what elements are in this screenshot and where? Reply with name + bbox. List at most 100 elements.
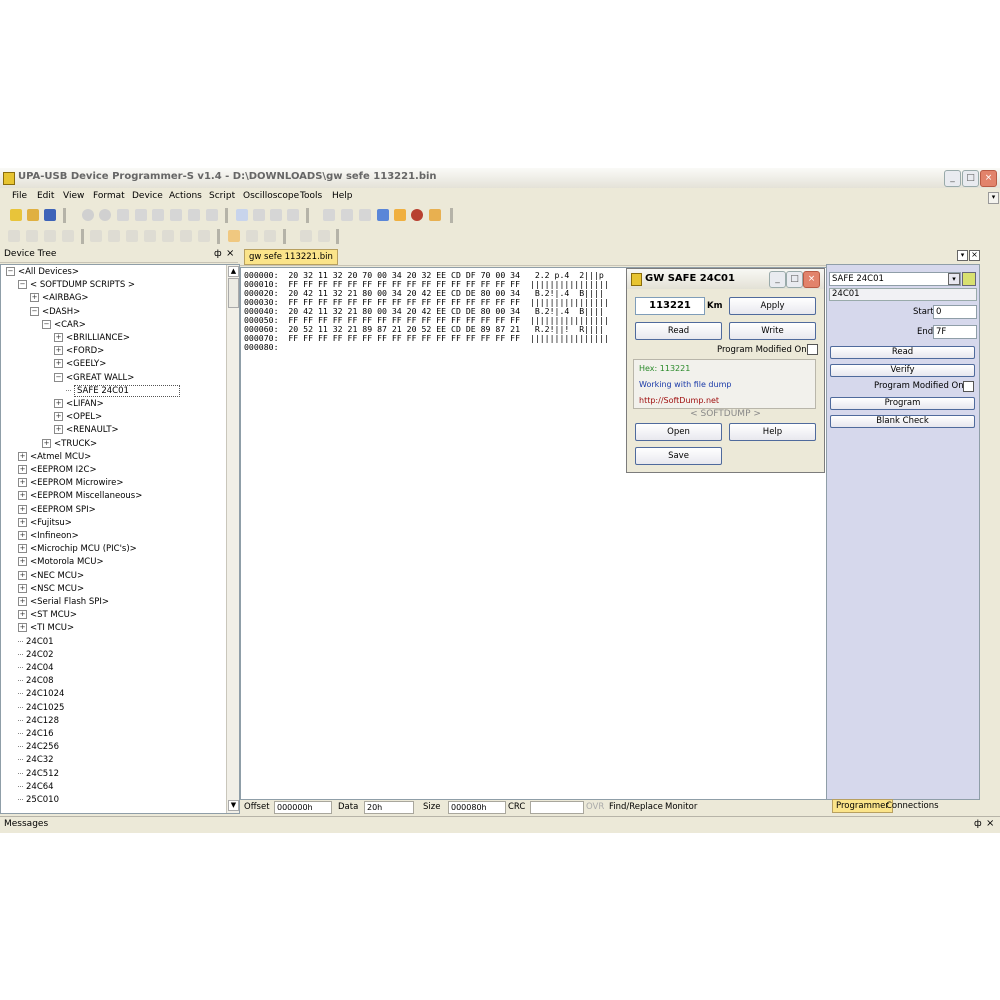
dialog-maximize-button[interactable]: □ [786, 271, 803, 288]
expand-plus-icon[interactable]: + [42, 438, 51, 448]
tree-node[interactable]: SAFE 24C01 [66, 384, 180, 397]
tree-node[interactable]: − <GREAT WALL> [54, 372, 134, 383]
expand-plus-icon[interactable]: + [18, 451, 27, 461]
chip-icon[interactable] [287, 209, 299, 221]
menu-help[interactable]: Help [332, 191, 353, 201]
pin-icon[interactable]: ф [214, 249, 222, 259]
compare-icon[interactable] [253, 209, 265, 221]
info-url[interactable]: http://SoftDump.net [639, 396, 719, 405]
tab-close-icon[interactable]: × [969, 250, 980, 261]
menu-actions[interactable]: Actions [169, 191, 202, 201]
tree-node[interactable]: 24C128 [18, 716, 59, 726]
expand-plus-icon[interactable]: + [54, 346, 63, 356]
chart-icon[interactable] [270, 209, 282, 221]
menu-edit[interactable]: Edit [37, 191, 54, 201]
tree-node[interactable]: + <TI MCU> [18, 623, 74, 633]
collapse-minus-icon[interactable]: − [6, 267, 15, 276]
tree-node[interactable]: + <EEPROM SPI> [18, 504, 96, 515]
save-disk-icon[interactable] [44, 209, 56, 221]
tree-node[interactable]: 24C16 [18, 729, 54, 739]
expand-plus-icon[interactable]: + [18, 517, 27, 527]
collapse-minus-icon[interactable]: − [42, 319, 51, 329]
close-panel-icon[interactable]: × [226, 248, 234, 259]
undo-icon[interactable] [188, 209, 200, 221]
tree-node[interactable]: + <Fujitsu> [18, 517, 72, 528]
copy-icon[interactable] [135, 209, 147, 221]
menu-file[interactable]: File [12, 191, 27, 201]
open-folder-icon[interactable] [27, 209, 39, 221]
pen-icon[interactable] [8, 230, 20, 242]
toolbar-overflow-icon[interactable]: ▾ [988, 192, 999, 204]
notes-icon[interactable] [394, 209, 406, 221]
tree-node[interactable]: 25C010 [18, 795, 59, 805]
layout-icon-7[interactable] [198, 230, 210, 242]
help-button[interactable]: Help [729, 423, 816, 441]
tree-scrollbar[interactable]: ▲ ▼ [226, 265, 239, 813]
check-icon[interactable] [99, 209, 111, 221]
expand-plus-icon[interactable]: + [18, 531, 27, 540]
close-x-icon[interactable] [44, 230, 56, 242]
layout-icon-1[interactable] [90, 230, 102, 242]
scissors-icon[interactable] [341, 209, 353, 221]
tree-node[interactable]: − < SOFTDUMP SCRIPTS > [18, 280, 135, 290]
verify-button[interactable]: Verify [830, 364, 975, 377]
expand-plus-icon[interactable]: + [18, 465, 27, 474]
tree-node[interactable]: + <NSC MCU> [18, 583, 84, 594]
menu-tools[interactable]: Tools [300, 191, 322, 201]
arrow-icon[interactable] [62, 230, 74, 242]
zoom-icon[interactable] [246, 230, 258, 242]
layout-icon-2[interactable] [108, 230, 120, 242]
dialog-minimize-button[interactable]: _ [769, 271, 786, 288]
tree-node[interactable]: + <Atmel MCU> [18, 451, 91, 462]
read-button[interactable]: Read [830, 346, 975, 359]
program-modified-checkbox[interactable] [963, 381, 974, 392]
collapse-minus-icon[interactable]: − [30, 306, 39, 316]
tab-gw-sefe-bin[interactable]: gw sefe 113221.bin [244, 249, 338, 265]
sigma-icon[interactable] [429, 209, 441, 221]
expand-plus-icon[interactable]: + [18, 597, 27, 606]
tree-node[interactable]: − <All Devices> [6, 267, 79, 277]
expand-plus-icon[interactable]: + [18, 544, 27, 554]
expand-plus-icon[interactable]: + [54, 359, 63, 369]
cursor-icon[interactable] [228, 230, 240, 242]
expand-plus-icon[interactable]: + [18, 478, 27, 488]
close-button[interactable]: × [980, 170, 997, 187]
tree-node[interactable]: + <Microchip MCU (PIC's)> [18, 544, 137, 554]
tree-node[interactable]: + <Infineon> [18, 531, 79, 541]
tree-node[interactable]: + <RENAULT> [54, 425, 119, 435]
expand-plus-icon[interactable]: + [18, 623, 27, 633]
grid-icon[interactable] [359, 209, 371, 221]
tree-node[interactable]: + <TRUCK> [42, 438, 97, 449]
tree-node[interactable]: 24C08 [18, 676, 54, 686]
find-replace-link[interactable]: Find/Replace [609, 802, 663, 812]
tree-node[interactable]: + <EEPROM Miscellaneous> [18, 491, 142, 501]
expand-plus-icon[interactable]: + [54, 333, 63, 342]
tree-scroll-thumb[interactable] [228, 278, 239, 308]
menu-format[interactable]: Format [93, 191, 125, 201]
monitor-link[interactable]: Monitor [665, 802, 697, 812]
menu-script[interactable]: Script [209, 191, 235, 201]
play-icon[interactable] [117, 209, 129, 221]
tree-node[interactable]: + <Serial Flash SPI> [18, 597, 109, 607]
expand-plus-icon[interactable]: + [18, 557, 27, 567]
tree-node[interactable]: 24C1024 [18, 689, 64, 699]
layout-icon-4[interactable] [144, 230, 156, 242]
expand-plus-icon[interactable]: + [54, 412, 63, 422]
save-button[interactable]: Save [635, 447, 722, 465]
device-select[interactable]: SAFE 24C01 [829, 272, 961, 286]
network-icon[interactable] [323, 209, 335, 221]
dialog-close-button[interactable]: × [803, 271, 820, 288]
tree-node[interactable]: − <DASH> [30, 306, 80, 317]
tree-node[interactable]: + <EEPROM Microwire> [18, 478, 123, 488]
tree-node[interactable]: + <Motorola MCU> [18, 557, 104, 567]
blank-check-button[interactable]: Blank Check [830, 415, 975, 428]
tree-node[interactable]: 24C04 [18, 663, 54, 673]
tree-node[interactable]: + <EEPROM I2C> [18, 465, 97, 475]
device-info-icon[interactable] [962, 272, 976, 286]
layout-icon-5[interactable] [162, 230, 174, 242]
line-icon[interactable] [26, 230, 38, 242]
stop-square-icon[interactable] [318, 230, 330, 242]
tree-node[interactable]: 24C02 [18, 650, 54, 660]
start-input[interactable]: 0 [933, 305, 977, 319]
menu-oscilloscope[interactable]: Oscilloscope [243, 191, 299, 201]
